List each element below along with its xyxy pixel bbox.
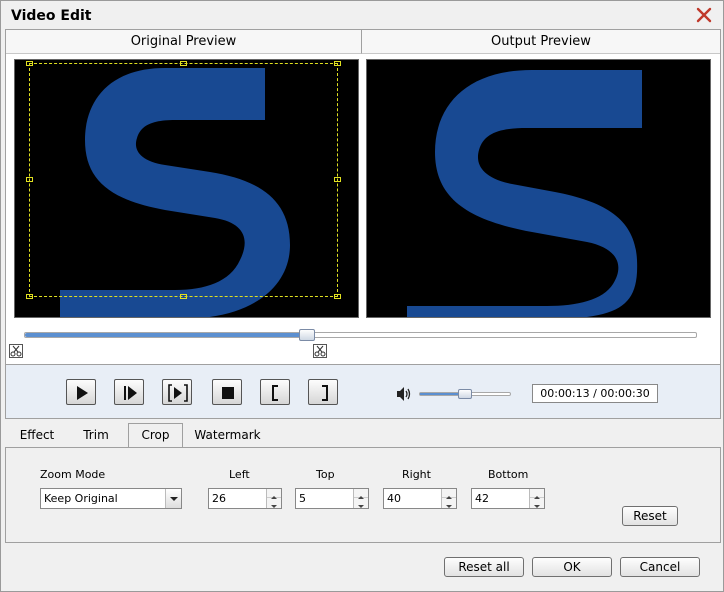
right-increment[interactable]	[442, 489, 456, 499]
close-icon	[696, 7, 712, 23]
top-spin-arrows	[353, 489, 368, 508]
top-increment[interactable]	[354, 489, 368, 499]
output-preview-label: Output Preview	[362, 30, 720, 54]
volume-button[interactable]	[395, 386, 413, 402]
right-decrement[interactable]	[442, 498, 456, 508]
ok-button[interactable]: OK	[532, 557, 612, 577]
volume-slider[interactable]	[419, 389, 511, 399]
top-decrement[interactable]	[354, 498, 368, 508]
left-value: 26	[212, 492, 226, 505]
mark-out-icon	[322, 385, 328, 401]
scissors-icon	[10, 345, 22, 357]
bottom-spin-arrows	[529, 489, 544, 508]
step-forward-icon	[168, 384, 188, 402]
output-frame-image	[407, 70, 642, 317]
crop-handle-bottom-left[interactable]	[26, 294, 33, 299]
stop-button[interactable]	[212, 379, 242, 405]
zoom-mode-value: Keep Original	[44, 492, 118, 505]
tab-trim[interactable]: Trim	[71, 424, 121, 447]
next-frame-icon	[124, 386, 137, 400]
window-title: Video Edit	[11, 8, 92, 24]
mark-out-button[interactable]	[308, 379, 338, 405]
crop-reset-button[interactable]: Reset	[622, 506, 678, 526]
left-increment[interactable]	[267, 489, 281, 499]
chevron-down-icon	[170, 497, 178, 501]
crop-handle-top[interactable]	[180, 61, 187, 66]
next-frame-button[interactable]	[114, 379, 144, 405]
volume-thumb[interactable]	[458, 389, 472, 399]
zoom-mode-select[interactable]: Keep Original	[40, 488, 182, 509]
scissors-icon	[314, 345, 326, 357]
bottom-spinbox[interactable]: 42	[471, 488, 545, 509]
original-preview-video[interactable]	[14, 59, 359, 318]
playback-controls: 00:00:13 / 00:00:30	[5, 365, 721, 419]
reset-all-button[interactable]: Reset all	[444, 557, 524, 577]
preview-area: Original Preview Output Preview	[5, 29, 721, 365]
left-spin-arrows	[266, 489, 281, 508]
crop-panel: Zoom Mode Keep Original Left 26 Top 5 Ri…	[5, 447, 721, 543]
bottom-value: 42	[475, 492, 489, 505]
bottom-label: Bottom	[488, 468, 529, 481]
timeline-slider[interactable]	[24, 329, 697, 341]
cancel-button[interactable]: Cancel	[620, 557, 700, 577]
tab-effect[interactable]: Effect	[11, 424, 63, 447]
mark-in-button[interactable]	[260, 379, 290, 405]
right-label: Right	[402, 468, 431, 481]
bottom-decrement[interactable]	[530, 498, 544, 508]
original-preview-label: Original Preview	[6, 30, 362, 54]
crop-handle-top-right[interactable]	[334, 61, 341, 66]
tab-watermark[interactable]: Watermark	[189, 424, 266, 447]
tab-crop[interactable]: Crop	[128, 423, 183, 448]
zoom-mode-label: Zoom Mode	[40, 468, 106, 481]
trim-start-marker[interactable]	[9, 344, 23, 358]
speaker-icon	[397, 387, 411, 401]
top-label: Top	[316, 468, 335, 481]
time-display: 00:00:13 / 00:00:30	[532, 384, 658, 403]
arrow-down-icon	[446, 505, 452, 508]
left-label: Left	[229, 468, 250, 481]
arrow-down-icon	[358, 505, 364, 508]
timeline-thumb[interactable]	[298, 329, 315, 341]
right-value: 40	[387, 492, 401, 505]
crop-handle-bottom-right[interactable]	[334, 294, 341, 299]
left-decrement[interactable]	[267, 498, 281, 508]
bottom-increment[interactable]	[530, 489, 544, 499]
video-edit-window: Video Edit Original Preview Output Previ…	[0, 0, 724, 592]
title-bar: Video Edit	[1, 1, 723, 29]
crop-selection-rectangle[interactable]	[26, 61, 341, 299]
close-button[interactable]	[695, 6, 713, 24]
top-spinbox[interactable]: 5	[295, 488, 369, 509]
play-button[interactable]	[66, 379, 96, 405]
step-forward-button[interactable]	[162, 379, 192, 405]
crop-handle-top-left[interactable]	[26, 61, 33, 66]
arrow-down-icon	[271, 505, 277, 508]
mark-in-icon	[272, 385, 278, 401]
crop-handle-right[interactable]	[334, 177, 341, 182]
trim-end-marker[interactable]	[313, 344, 327, 358]
left-spinbox[interactable]: 26	[208, 488, 282, 509]
top-value: 5	[299, 492, 306, 505]
timeline-progress	[25, 333, 307, 337]
right-spinbox[interactable]: 40	[383, 488, 457, 509]
crop-handle-left[interactable]	[26, 177, 33, 182]
arrow-down-icon	[534, 505, 540, 508]
play-icon	[77, 386, 88, 400]
tab-bar: Effect Trim Crop Watermark	[5, 419, 721, 448]
dropdown-arrow[interactable]	[165, 489, 181, 508]
right-spin-arrows	[441, 489, 456, 508]
output-preview-video	[366, 59, 711, 318]
crop-handle-bottom[interactable]	[180, 294, 187, 299]
stop-icon	[222, 387, 234, 399]
